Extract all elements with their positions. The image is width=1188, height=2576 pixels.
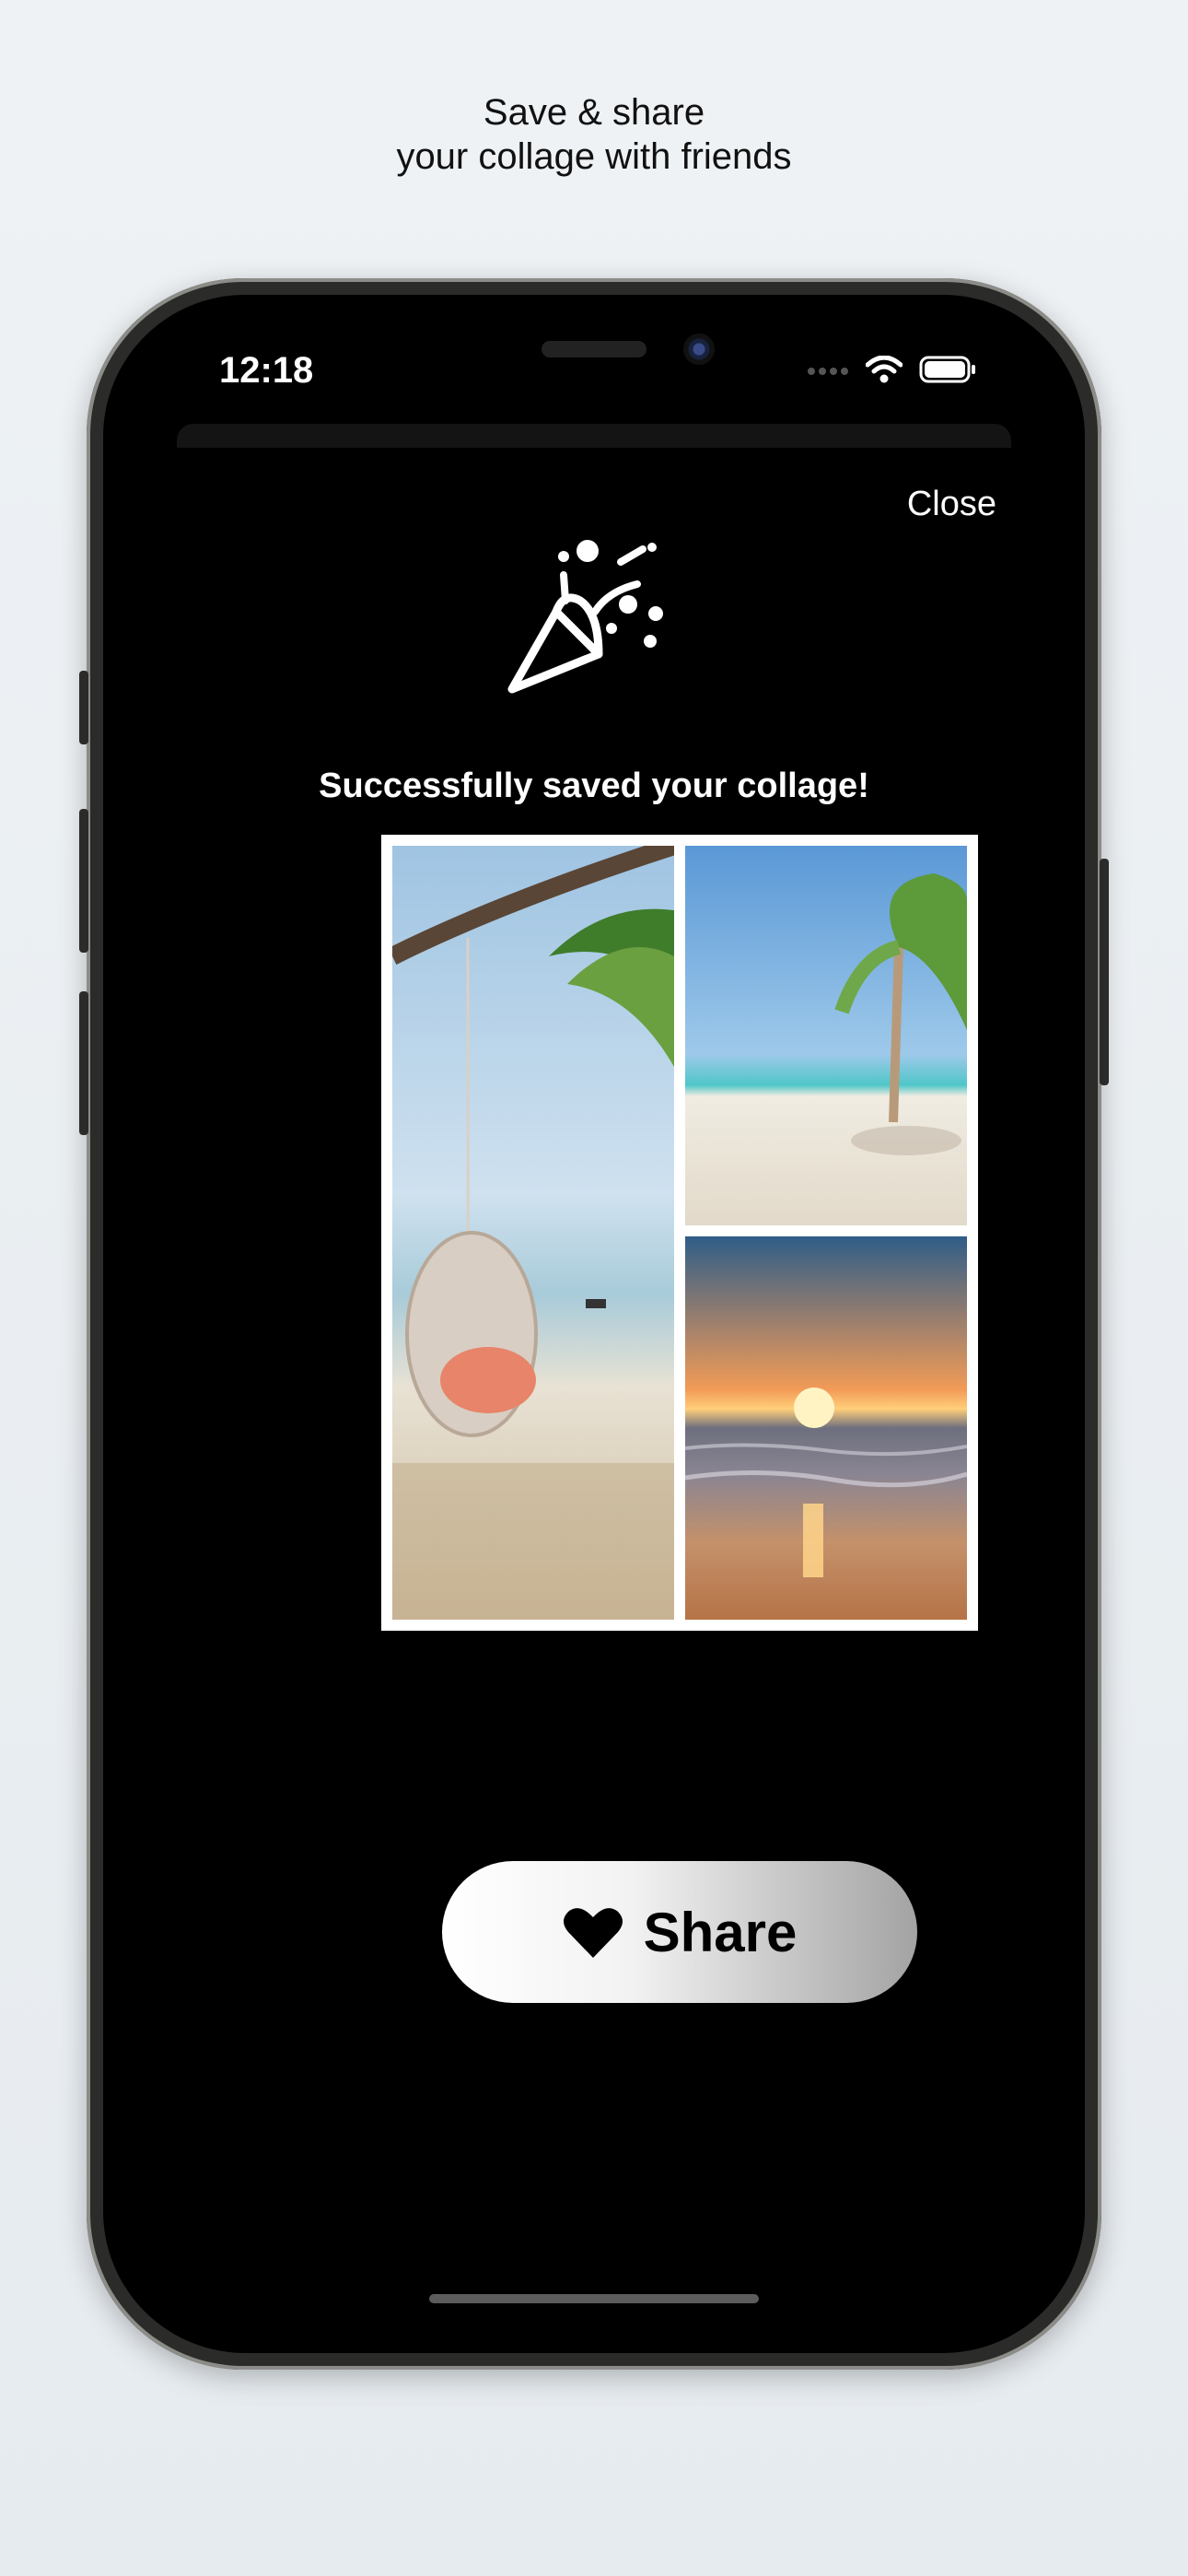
- share-label: Share: [643, 1901, 798, 1963]
- promo-caption: Save & share your collage with friends: [0, 90, 1188, 179]
- sunset-beach-photo: [685, 1236, 967, 1620]
- share-button[interactable]: Share: [442, 1861, 917, 2003]
- cellular-icon: [808, 368, 848, 375]
- home-indicator[interactable]: [429, 2294, 759, 2303]
- sheet-header-edge: [177, 424, 1011, 448]
- speaker-grille: [542, 341, 646, 357]
- promo-line-1: Save & share: [483, 92, 705, 133]
- close-button[interactable]: Close: [907, 485, 996, 524]
- phone-screen: 12:18 Close Successfully saved your coll…: [103, 295, 1085, 2353]
- status-time: 12:18: [219, 350, 314, 391]
- wifi-icon: [866, 356, 903, 383]
- phone-frame: 12:18 Close Successfully saved your coll…: [79, 278, 1109, 2370]
- collage-preview: [381, 835, 978, 1631]
- beach-swing-photo: [392, 846, 674, 1620]
- party-popper-icon: [507, 540, 663, 694]
- success-message: Successfully saved your collage!: [319, 767, 869, 805]
- power-button: [1100, 859, 1109, 1085]
- volume-down-button: [79, 991, 88, 1135]
- battery-icon: [919, 356, 975, 383]
- status-icons: [807, 356, 976, 383]
- front-camera: [683, 334, 715, 365]
- palm-beach-photo: [685, 846, 967, 1225]
- volume-up-button: [79, 809, 88, 953]
- promo-line-2: your collage with friends: [396, 136, 792, 177]
- action-button: [79, 671, 88, 744]
- heart-icon: [563, 1908, 623, 1958]
